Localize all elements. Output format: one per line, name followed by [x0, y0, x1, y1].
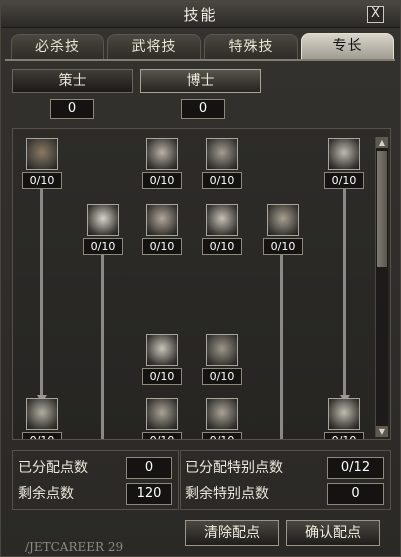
fist-icon [146, 204, 178, 236]
strike-pose-icon [206, 204, 238, 236]
skill-slot[interactable]: 0/10 [202, 398, 242, 439]
skill-slot[interactable]: 0/10 [324, 138, 364, 189]
tab-specialty[interactable]: 专长 [301, 33, 394, 60]
skill-level: 0/10 [202, 432, 242, 439]
subtab-strategist[interactable]: 策士 [12, 69, 133, 93]
remaining-points-label: 剩余点数 [18, 486, 74, 502]
skill-slot[interactable]: 0/10 [202, 204, 242, 255]
window-title: 技能 [183, 6, 218, 24]
connector-line [343, 187, 346, 397]
skill-level: 0/10 [202, 368, 242, 385]
tab-underline [5, 59, 395, 61]
aura-body-icon [146, 138, 178, 170]
skill-slot[interactable]: 0/10 [22, 398, 62, 439]
allocated-points-label: 已分配点数 [18, 460, 88, 476]
sparkle-burst-icon [87, 204, 119, 236]
rune-circle-2-icon [206, 398, 238, 430]
skill-level: 0/10 [263, 238, 303, 255]
skill-level: 0/10 [142, 238, 182, 255]
title-bar[interactable]: 技能 X [1, 1, 400, 28]
skill-level: 0/10 [324, 172, 364, 189]
skill-level: 0/10 [142, 172, 182, 189]
glow-figure-icon [146, 334, 178, 366]
brain-head-icon [206, 334, 238, 366]
allocated-points-value: 0 [126, 457, 172, 479]
tab-general-skill[interactable]: 武将技 [107, 34, 201, 59]
flame-icon [26, 398, 58, 430]
skill-level: 0/10 [83, 238, 123, 255]
skill-level: 0/10 [142, 368, 182, 385]
close-button[interactable]: X [367, 6, 384, 23]
skill-level: 0/10 [142, 432, 182, 439]
skill-tree-scrollbar[interactable]: ▲ ▼ [375, 137, 388, 437]
strategist-points: 0 [50, 99, 94, 119]
skill-slot[interactable]: 0/10 [263, 204, 303, 255]
special-remaining-label: 剩余特别点数 [185, 486, 269, 502]
skill-level: 0/10 [202, 172, 242, 189]
rune-circle-icon [146, 398, 178, 430]
skill-slot[interactable]: 0/10 [83, 204, 123, 255]
skill-slot[interactable]: 0/10 [142, 398, 182, 439]
skill-level: 0/10 [22, 432, 62, 439]
barrel-icon [26, 138, 58, 170]
skill-slot[interactable]: 0/10 [324, 398, 364, 439]
scroll-up-icon[interactable]: ▲ [376, 137, 388, 148]
connector-line [40, 187, 43, 397]
skills-window: 技能 X 必杀技 武将技 特殊技 专长 策士 博士 0 0 0/10 0/10 … [0, 0, 401, 557]
muscle-body-icon [206, 138, 238, 170]
connector-line [280, 253, 283, 439]
claw-slash-icon [328, 398, 360, 430]
herb-leaf-icon [267, 204, 299, 236]
tab-special-skill[interactable]: 特殊技 [204, 34, 298, 59]
remaining-points-value: 120 [126, 483, 172, 505]
tab-special-move[interactable]: 必杀技 [11, 34, 104, 59]
confirm-points-button[interactable]: 确认配点 [286, 520, 380, 546]
slash-lines-icon [328, 138, 360, 170]
scroll-thumb[interactable] [377, 151, 387, 267]
skill-slot[interactable]: 0/10 [142, 334, 182, 385]
watermark: /JETCAREER 29 [25, 540, 124, 554]
skill-slot[interactable]: 0/10 [142, 204, 182, 255]
scroll-down-icon[interactable]: ▼ [376, 426, 388, 437]
clear-points-button[interactable]: 清除配点 [185, 520, 279, 546]
skill-level: 0/10 [202, 238, 242, 255]
subtab-scholar[interactable]: 博士 [140, 69, 261, 93]
connector-line [101, 253, 104, 439]
special-remaining-value: 0 [327, 483, 384, 505]
skill-slot[interactable]: 0/10 [202, 138, 242, 189]
skill-slot[interactable]: 0/10 [142, 138, 182, 189]
skill-slot[interactable]: 0/10 [202, 334, 242, 385]
skill-level: 0/10 [22, 172, 62, 189]
special-allocated-label: 已分配特别点数 [185, 460, 283, 476]
special-allocated-value: 0/12 [327, 457, 384, 479]
skill-level: 0/10 [324, 432, 364, 439]
scholar-points: 0 [181, 99, 225, 119]
skill-tree-panel: 0/10 0/10 0/10 0/10 0/10 0/10 0/10 0/10 [12, 128, 391, 440]
skill-slot[interactable]: 0/10 [22, 138, 62, 189]
